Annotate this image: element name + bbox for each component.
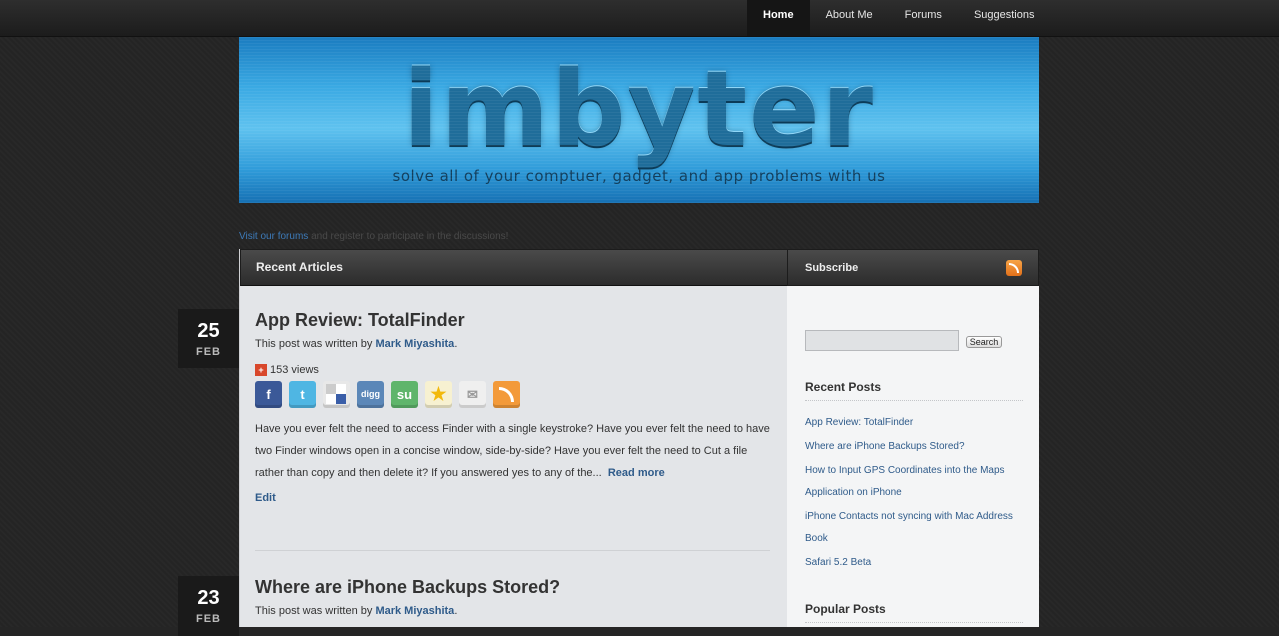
google-plus-icon[interactable]: + bbox=[255, 364, 267, 376]
subscribe-header: Subscribe bbox=[787, 249, 1039, 286]
rss-feed-icon[interactable] bbox=[1006, 260, 1022, 276]
top-navigation-bar: Home About Me Forums Suggestions bbox=[0, 0, 1279, 37]
post-date-month: FEB bbox=[196, 613, 221, 625]
recent-post-link[interactable]: Where are iPhone Backups Stored? bbox=[805, 436, 1027, 458]
site-tagline: solve all of your comptuer, gadget, and … bbox=[392, 167, 886, 185]
post-excerpt-text: Have you ever felt the need to access Fi… bbox=[255, 423, 770, 479]
delicious-icon[interactable] bbox=[323, 381, 350, 408]
post-date-month: FEB bbox=[196, 346, 221, 358]
post-title[interactable]: App Review: TotalFinder bbox=[255, 309, 770, 331]
share-icons: f t digg su ★ ✉ bbox=[255, 381, 770, 408]
post-article: App Review: TotalFinder This post was wr… bbox=[255, 309, 770, 504]
post-date-day: 25 bbox=[197, 320, 220, 342]
post-title[interactable]: Where are iPhone Backups Stored? bbox=[255, 576, 770, 598]
byline-suffix: . bbox=[454, 605, 458, 617]
popular-posts-title: Popular Posts bbox=[805, 602, 1023, 623]
recent-post-link[interactable]: App Review: TotalFinder bbox=[805, 412, 1027, 434]
recent-post-link[interactable]: Safari 5.2 Beta bbox=[805, 552, 1027, 574]
byline-prefix: This post was written by bbox=[255, 605, 376, 617]
byline-suffix: . bbox=[454, 338, 458, 350]
digg-icon[interactable]: digg bbox=[357, 381, 384, 408]
post-divider bbox=[255, 550, 770, 551]
subscribe-label: Subscribe bbox=[805, 262, 859, 274]
post-excerpt: Have you ever felt the need to access Fi… bbox=[255, 418, 773, 484]
stumbleupon-icon[interactable]: su bbox=[391, 381, 418, 408]
favorite-icon[interactable]: ★ bbox=[425, 381, 452, 408]
facebook-icon[interactable]: f bbox=[255, 381, 282, 408]
forum-notice-text: and register to participate in the discu… bbox=[308, 231, 509, 242]
post-date-day: 23 bbox=[197, 587, 220, 609]
post-article: Where are iPhone Backups Stored? This po… bbox=[255, 576, 770, 617]
recent-posts-list: App Review: TotalFinder Where are iPhone… bbox=[805, 412, 1027, 576]
nav-item-home[interactable]: Home bbox=[747, 0, 810, 36]
post-byline: This post was written by Mark Miyashita. bbox=[255, 605, 770, 617]
read-more-link[interactable]: Read more bbox=[608, 467, 665, 479]
forum-notice: Visit our forums and register to partici… bbox=[239, 231, 508, 242]
recent-posts-title: Recent Posts bbox=[805, 380, 1023, 401]
byline-prefix: This post was written by bbox=[255, 338, 376, 350]
post-date-badge: 25 FEB bbox=[178, 309, 239, 368]
nav-item-forums[interactable]: Forums bbox=[889, 0, 958, 36]
views-count: 153 views bbox=[270, 364, 319, 376]
forums-link[interactable]: Visit our forums bbox=[239, 231, 308, 242]
twitter-icon[interactable]: t bbox=[289, 381, 316, 408]
recent-post-link[interactable]: iPhone Contacts not syncing with Mac Add… bbox=[805, 506, 1027, 550]
recent-post-link[interactable]: How to Input GPS Coordinates into the Ma… bbox=[805, 460, 1027, 504]
edit-link[interactable]: Edit bbox=[255, 492, 770, 504]
rss-icon[interactable] bbox=[493, 381, 520, 408]
site-logo: imbyter bbox=[403, 48, 875, 170]
author-link[interactable]: Mark Miyashita bbox=[375, 338, 454, 350]
nav-item-suggestions[interactable]: Suggestions bbox=[958, 0, 1051, 36]
post-views: + 153 views bbox=[255, 364, 770, 376]
post-byline: This post was written by Mark Miyashita. bbox=[255, 338, 770, 350]
site-banner[interactable]: imbyter solve all of your comptuer, gadg… bbox=[239, 37, 1039, 203]
post-date-badge: 23 FEB bbox=[178, 576, 239, 636]
search-button[interactable]: Search bbox=[966, 336, 1002, 348]
recent-articles-header: Recent Articles bbox=[240, 249, 788, 286]
nav-item-about-me[interactable]: About Me bbox=[810, 0, 889, 36]
search-input[interactable] bbox=[805, 330, 959, 351]
author-link[interactable]: Mark Miyashita bbox=[375, 605, 454, 617]
main-nav: Home About Me Forums Suggestions bbox=[747, 0, 1050, 36]
email-icon[interactable]: ✉ bbox=[459, 381, 486, 408]
